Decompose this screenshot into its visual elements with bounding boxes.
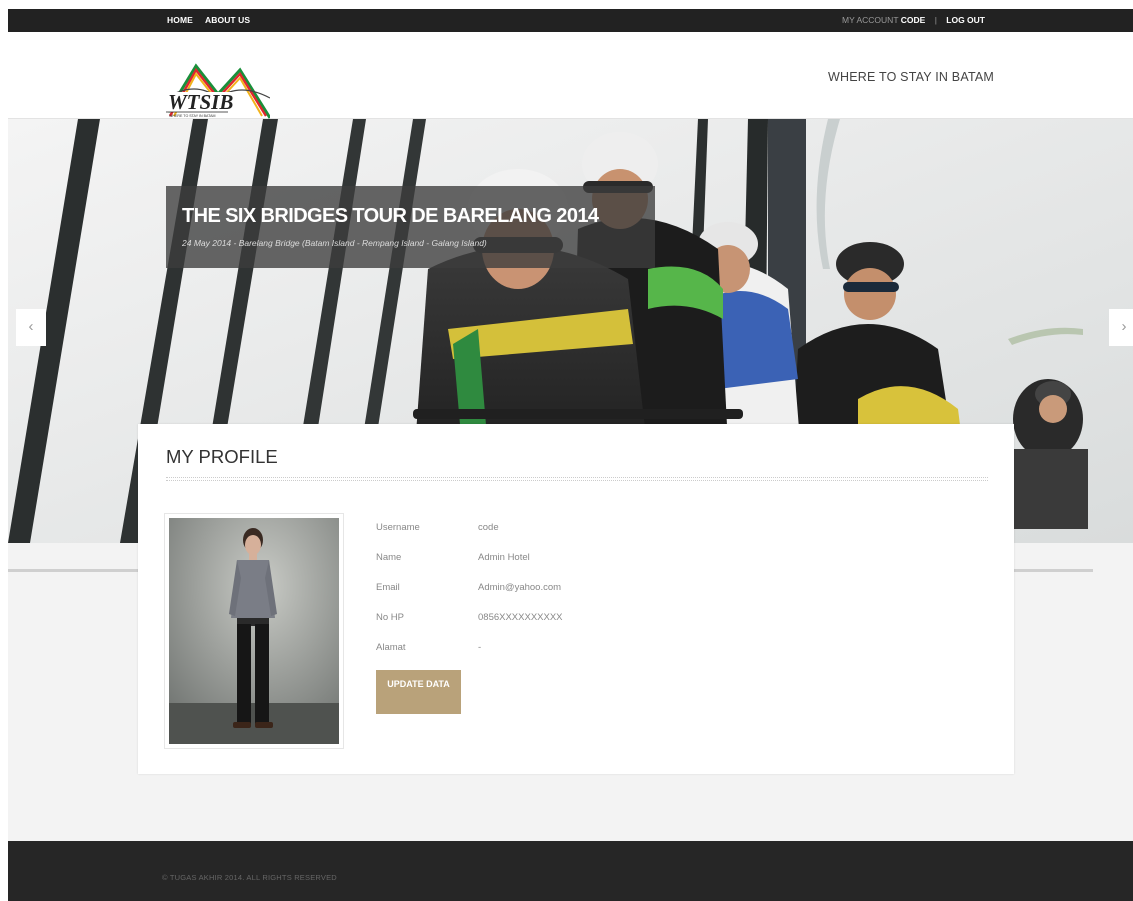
page: HOME ABOUT US MY ACCOUNT CODE | LOG OUT … bbox=[8, 9, 1133, 901]
profile-photo bbox=[169, 518, 339, 744]
field-label-name: Name bbox=[376, 552, 402, 563]
field-label-no-hp: No HP bbox=[376, 612, 404, 623]
site-footer: © TUGAS AKHIR 2014. ALL RIGHTS RESERVED bbox=[8, 841, 1133, 901]
nav-link-about-us[interactable]: ABOUT US bbox=[205, 15, 250, 25]
copyright-text: © TUGAS AKHIR 2014. ALL RIGHTS RESERVED bbox=[162, 873, 337, 882]
slide-subtitle: 24 May 2014 - Barelang Bridge (Batam Isl… bbox=[182, 238, 487, 248]
my-account-label[interactable]: MY ACCOUNT bbox=[842, 15, 898, 25]
heading-divider bbox=[166, 477, 988, 481]
slider-prev-button[interactable]: ‹ bbox=[16, 309, 46, 346]
field-value-email: Admin@yahoo.com bbox=[478, 582, 562, 593]
bridge-logo-icon: WTSIB WHERE TO STAY IN BATAM bbox=[165, 63, 272, 119]
account-separator: | bbox=[934, 15, 937, 25]
slide-caption: THE SIX BRIDGES TOUR DE BARELANG 2014 24… bbox=[166, 186, 655, 268]
svg-text:WTSIB: WTSIB bbox=[168, 90, 233, 114]
field-value-no-hp: 0856XXXXXXXXXX bbox=[478, 612, 563, 623]
logout-link[interactable]: LOG OUT bbox=[946, 15, 985, 25]
svg-text:WHERE TO STAY IN BATAM: WHERE TO STAY IN BATAM bbox=[169, 114, 215, 118]
field-label-email: Email bbox=[376, 582, 400, 593]
field-value-alamat: - bbox=[478, 642, 482, 653]
site-logo[interactable]: WTSIB WHERE TO STAY IN BATAM bbox=[165, 56, 272, 120]
account-username[interactable]: CODE bbox=[901, 15, 926, 25]
slide-title: THE SIX BRIDGES TOUR DE BARELANG 2014 bbox=[182, 205, 599, 227]
site-tagline: WHERE TO STAY IN BATAM bbox=[828, 70, 994, 84]
chevron-left-icon: ‹ bbox=[28, 318, 34, 335]
field-label-alamat: Alamat bbox=[376, 642, 406, 653]
slider-next-button[interactable]: › bbox=[1109, 309, 1133, 346]
profile-heading: MY PROFILE bbox=[166, 446, 278, 467]
account-menu: MY ACCOUNT CODE | LOG OUT bbox=[842, 15, 985, 25]
profile-card: MY PROFILE Username code Name Admin Hote… bbox=[138, 424, 1014, 774]
nav-link-home[interactable]: HOME bbox=[167, 15, 193, 25]
top-bar: HOME ABOUT US MY ACCOUNT CODE | LOG OUT bbox=[8, 9, 1133, 32]
field-value-name: Admin Hotel bbox=[478, 552, 530, 563]
update-data-button[interactable]: UPDATE DATA bbox=[376, 670, 461, 714]
chevron-right-icon: › bbox=[1121, 318, 1127, 335]
field-label-username: Username bbox=[376, 522, 420, 533]
person-photo-icon bbox=[169, 518, 339, 744]
profile-photo-frame bbox=[164, 513, 344, 749]
site-header: WTSIB WHERE TO STAY IN BATAM WHERE TO ST… bbox=[8, 32, 1133, 119]
field-value-username: code bbox=[478, 522, 499, 533]
